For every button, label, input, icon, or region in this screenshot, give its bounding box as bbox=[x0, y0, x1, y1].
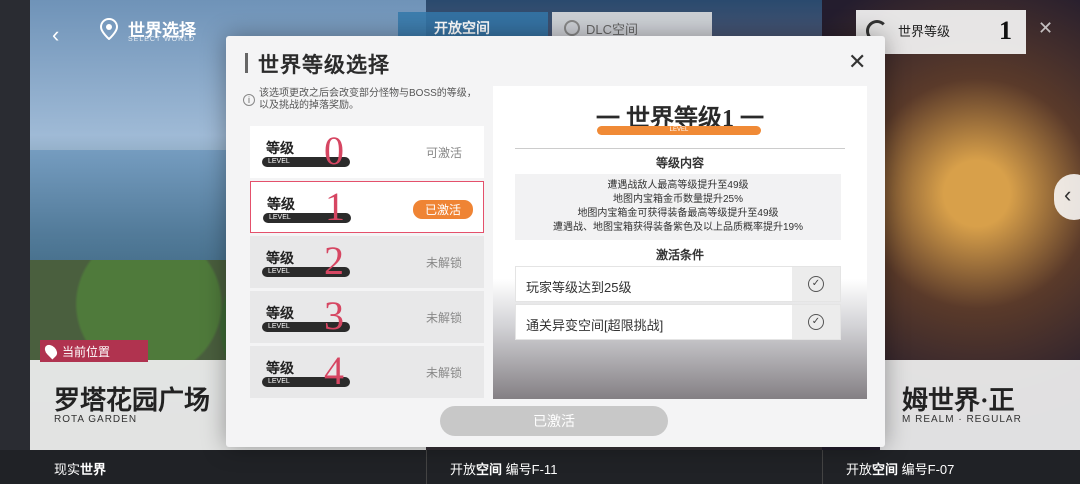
level-status-badge: 已激活 bbox=[412, 200, 473, 219]
dialog-close-icon[interactable]: ✕ bbox=[848, 49, 866, 75]
chevron-left-icon[interactable]: ‹ bbox=[1054, 174, 1080, 220]
info-icon: i bbox=[243, 94, 255, 106]
content-line: 地图内宝箱金可获得装备最高等级提升至49级 bbox=[577, 208, 779, 219]
seg1-bold: 世界 bbox=[80, 462, 107, 477]
location-pin-icon bbox=[100, 18, 118, 40]
location-pin-icon bbox=[42, 342, 60, 360]
level-number: 1 bbox=[325, 184, 345, 229]
level-label: 等级 bbox=[266, 307, 294, 322]
detail-title-tag: LEVEL bbox=[597, 126, 761, 135]
level-number: 3 bbox=[324, 293, 344, 338]
close-icon[interactable]: ✕ bbox=[1038, 18, 1053, 39]
level-number: 2 bbox=[324, 238, 344, 283]
world-level-value: 1 bbox=[999, 16, 1012, 45]
condition-check: ✓ bbox=[792, 267, 840, 301]
level-status: 未解锁 bbox=[425, 256, 462, 270]
condition-text: 通关异变空间[超限挑战] bbox=[526, 318, 664, 333]
info-text: 该选项更改之后会改变部分怪物与BOSS的等级，以及挑战的掉落奖励。 bbox=[259, 88, 477, 111]
level-row-4[interactable]: 等级 LEVEL 4 未解锁 bbox=[250, 346, 484, 398]
conditions-heading: 激活条件 bbox=[655, 248, 704, 262]
place-name-right: 姆世界·正 bbox=[902, 386, 1015, 415]
seg3-bold: 空间 bbox=[872, 462, 899, 477]
condition-check: ✓ bbox=[792, 305, 840, 339]
level-row-0[interactable]: 等级 LEVEL 0 可激活 bbox=[250, 126, 484, 178]
level-status: 可激活 bbox=[425, 146, 462, 160]
level-status: 未解锁 bbox=[425, 311, 462, 325]
level-row-1[interactable]: 等级 LEVEL 1 已激活 bbox=[250, 181, 484, 233]
level-number: 0 bbox=[324, 128, 344, 173]
seg2-bold: 空间 bbox=[476, 462, 503, 477]
level-label: 等级 bbox=[266, 142, 294, 157]
activate-button[interactable]: 已激活 bbox=[440, 406, 668, 436]
seg3-prefix: 开放 bbox=[846, 462, 873, 477]
place-name-left: 罗塔花园广场 bbox=[54, 386, 211, 415]
bottom-seg-open-space-f11[interactable]: 开放空间 编号F-11 bbox=[450, 459, 557, 478]
dialog-title: 世界等级选择 bbox=[258, 53, 390, 77]
content-line: 遭遇战敌人最高等级提升至49级 bbox=[607, 180, 749, 191]
level-status: 未解锁 bbox=[425, 366, 462, 380]
back-arrow-icon[interactable]: ‹ bbox=[52, 22, 59, 48]
level-number: 4 bbox=[324, 348, 344, 393]
condition-row: 通关异变空间[超限挑战] ✓ bbox=[515, 304, 841, 340]
seg2-prefix: 开放 bbox=[450, 462, 477, 477]
tab-open-space-label: 开放空间 bbox=[434, 20, 490, 36]
level-label: 等级 bbox=[266, 252, 294, 267]
current-location-badge: 当前位置 bbox=[40, 340, 148, 362]
content-line: 遭遇战、地图宝箱获得装备紫色及以上品质概率提升19% bbox=[552, 222, 803, 233]
tab-dlc-space-label: DLC空间 bbox=[586, 22, 639, 37]
seg2-code: 编号F-11 bbox=[505, 462, 558, 477]
bottom-seg-real-world[interactable]: 现实世界 bbox=[54, 459, 106, 478]
bottom-bar: 现实世界 开放空间 编号F-11 开放空间 编号F-07 bbox=[0, 450, 1080, 484]
current-location-label: 当前位置 bbox=[62, 345, 111, 359]
world-level-label: 世界等级 bbox=[898, 24, 951, 39]
content-line: 地图内宝箱金币数量提升25% bbox=[612, 194, 743, 205]
place-en-right: M REALM · REGULAR bbox=[902, 414, 1022, 425]
bottom-seg-open-space-f07[interactable]: 开放空间 编号F-07 bbox=[846, 459, 954, 478]
level-label: 等级 bbox=[266, 362, 294, 377]
condition-row: 玩家等级达到25级 ✓ bbox=[515, 266, 841, 302]
title-accent bbox=[245, 53, 248, 73]
condition-text: 玩家等级达到25级 bbox=[526, 280, 632, 295]
info-note: i 该选项更改之后会改变部分怪物与BOSS的等级，以及挑战的掉落奖励。 bbox=[243, 88, 483, 126]
dlc-icon bbox=[564, 20, 580, 36]
level-label: 等级 bbox=[267, 198, 295, 213]
place-en-left: ROTA GARDEN bbox=[54, 414, 138, 425]
contents-heading: 等级内容 bbox=[655, 156, 704, 170]
page-subtitle: SELECT WORLD bbox=[128, 36, 196, 43]
left-edge bbox=[0, 0, 30, 484]
level-detail-pane: 一 世界等级1 一 LEVEL 等级内容 遭遇战敌人最高等级提升至49级 地图内… bbox=[493, 86, 867, 399]
check-circle-icon: ✓ bbox=[808, 276, 824, 292]
level-row-3[interactable]: 等级 LEVEL 3 未解锁 bbox=[250, 291, 484, 343]
seg1-prefix: 现实 bbox=[54, 462, 81, 477]
level-contents: 遭遇战敌人最高等级提升至49级 地图内宝箱金币数量提升25% 地图内宝箱金可获得… bbox=[515, 174, 841, 240]
level-row-2[interactable]: 等级 LEVEL 2 未解锁 bbox=[250, 236, 484, 288]
check-circle-icon: ✓ bbox=[808, 314, 824, 330]
seg3-code: 编号F-07 bbox=[901, 462, 955, 477]
world-level-dialog: 世界等级选择 ✕ i 该选项更改之后会改变部分怪物与BOSS的等级，以及挑战的掉… bbox=[226, 36, 885, 447]
